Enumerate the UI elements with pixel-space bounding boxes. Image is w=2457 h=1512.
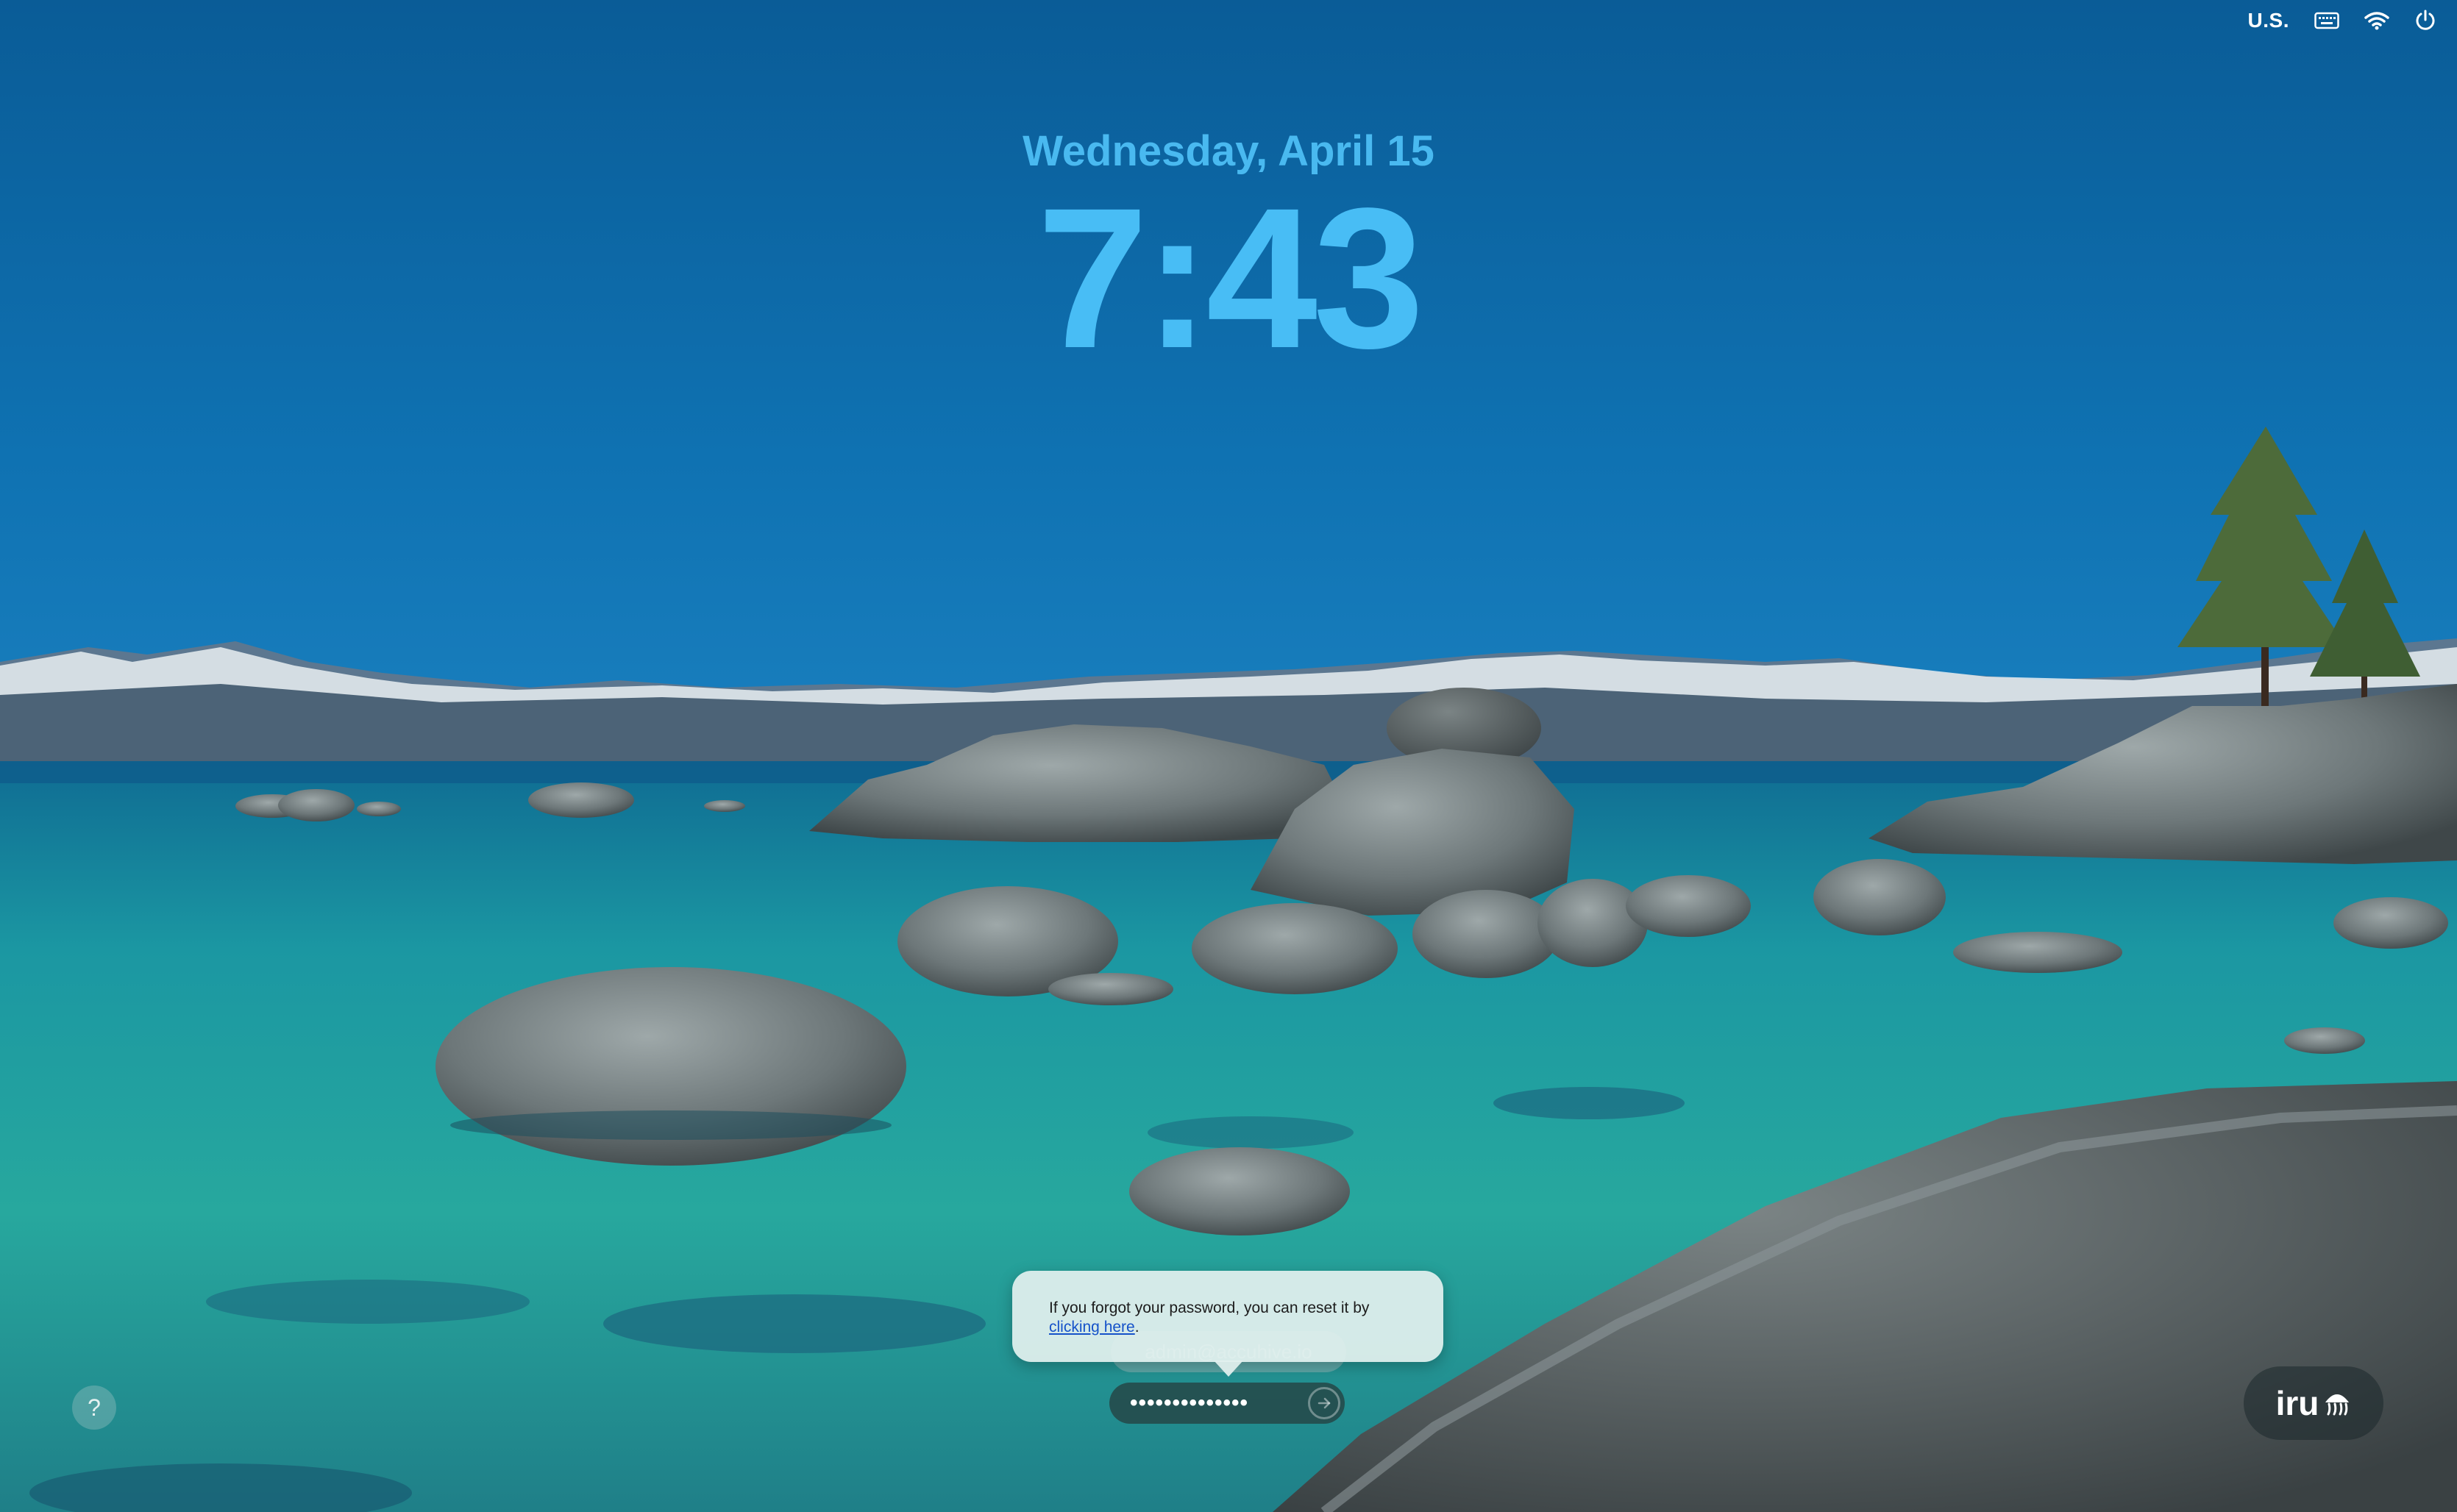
tooltip-suffix: . — [1134, 1319, 1139, 1336]
brand-name: iru — [2275, 1384, 2319, 1422]
tooltip-arrow — [1214, 1361, 1243, 1377]
forgot-password-tooltip: If you forgot your password, you can res… — [1012, 1271, 1443, 1362]
brand-badge: iru — [2244, 1366, 2383, 1440]
keyboard-icon[interactable] — [2314, 12, 2339, 29]
jellyfish-logo-icon — [2325, 1394, 2350, 1416]
help-button[interactable]: ? — [72, 1386, 116, 1430]
input-source-label[interactable]: U.S. — [2248, 9, 2289, 32]
tooltip-text: If you forgot your password, you can res… — [1049, 1299, 1370, 1316]
menu-bar-status: U.S. — [2248, 6, 2436, 35]
power-icon[interactable] — [2414, 10, 2436, 32]
arrow-right-icon — [1318, 1397, 1331, 1409]
password-masked-value: •••••••••••••• — [1130, 1391, 1249, 1415]
submit-arrow-button[interactable] — [1308, 1387, 1340, 1419]
wifi-icon[interactable] — [2364, 11, 2389, 30]
lock-screen-time: 7:43 — [1037, 166, 1424, 390]
reset-password-link[interactable]: clicking here — [1049, 1319, 1135, 1336]
